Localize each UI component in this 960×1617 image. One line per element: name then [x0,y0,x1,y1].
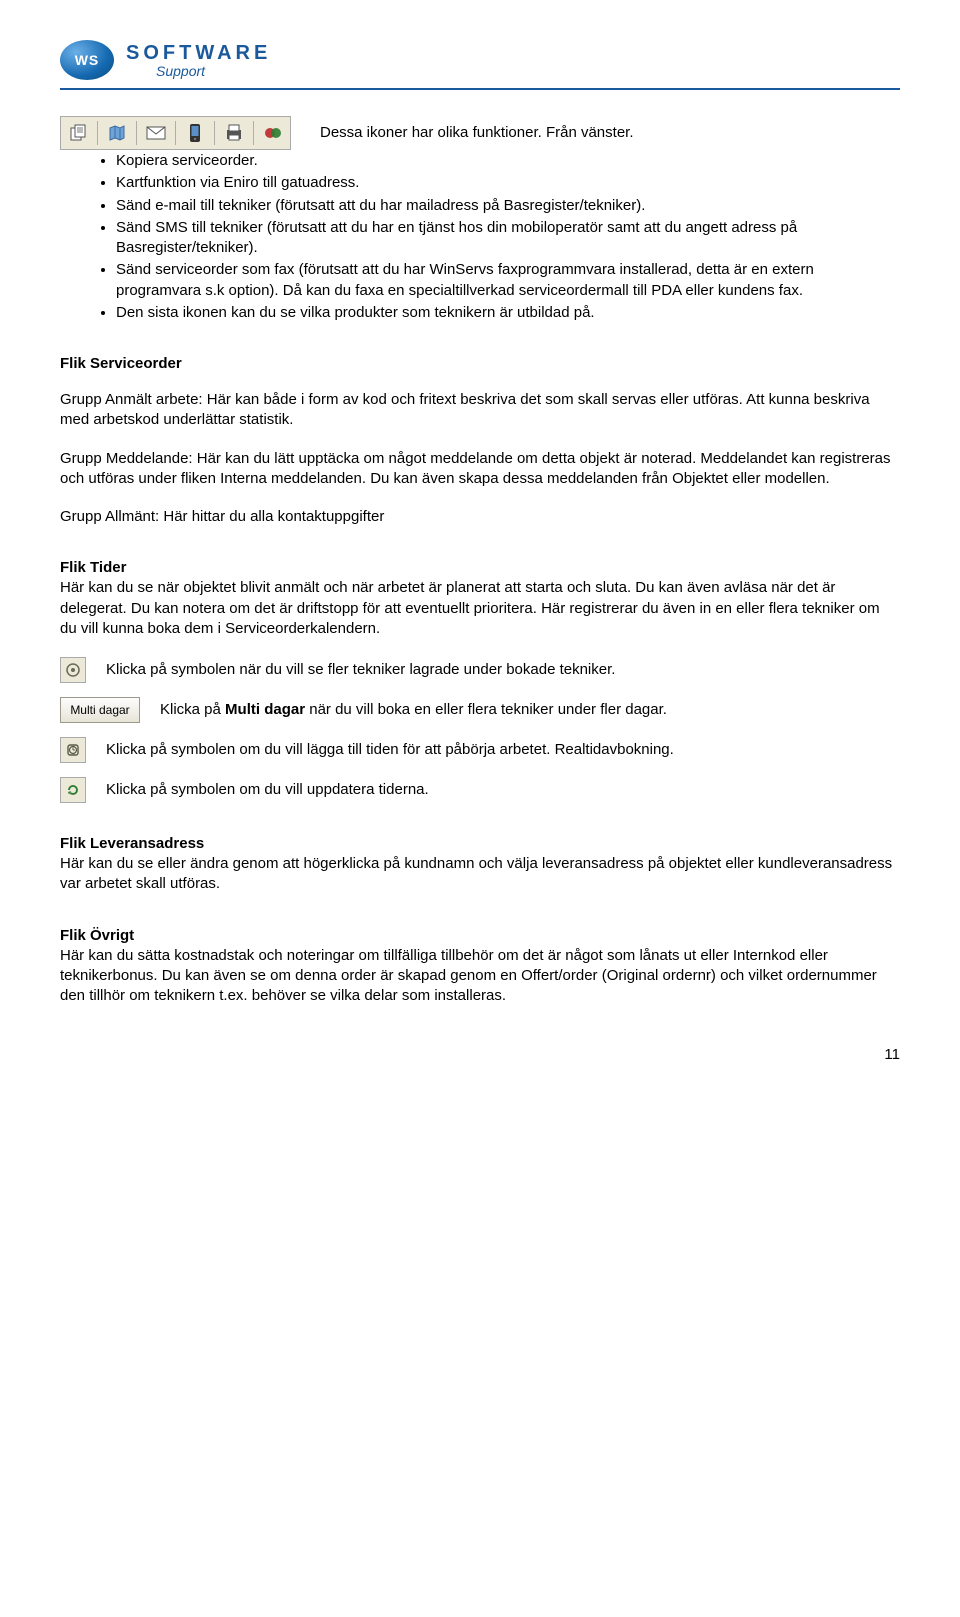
paragraph: Här kan du se när objektet blivit anmält… [60,578,900,639]
copy-icon[interactable] [63,119,93,147]
logo-badge: WS [60,40,114,80]
list-item: Kartfunktion via Eniro till gatuadress. [116,173,900,193]
icon-line-refresh-times: Klicka på symbolen om du vill uppdatera … [60,777,900,803]
text-fragment: när du vill boka en eller flera tekniker… [305,701,667,718]
intro-text: Dessa ikoner har olika funktioner. Från … [320,124,900,141]
text-fragment: Klicka på [160,701,225,718]
refresh-icon[interactable] [60,777,86,803]
logo-subtitle: Support [156,63,271,79]
toolbar-separator [97,121,98,145]
mobile-sms-icon[interactable] [180,119,210,147]
multi-dagar-label: Multi dagar [70,703,129,717]
icon-line-text: Klicka på symbolen om du vill lägga till… [106,740,900,760]
icon-line-more-technicians: Klicka på symbolen när du vill se fler t… [60,657,900,683]
list-item: Kopiera serviceorder. [116,151,900,171]
heading-tider: Flik Tider [60,559,900,576]
multi-dagar-button[interactable]: Multi dagar [60,697,140,723]
logo-header: WS SOFTWARE Support [60,40,900,80]
toolbar-separator [175,121,176,145]
logo-title: SOFTWARE [126,42,271,65]
fax-icon[interactable] [219,119,249,147]
icon-line-add-time: Klicka på symbolen om du vill lägga till… [60,737,900,763]
heading-serviceorder: Flik Serviceorder [60,355,900,372]
paragraph: Här kan du sätta kostnadstak och noterin… [60,946,900,1007]
paragraph: Grupp Allmänt: Här hittar du alla kontak… [60,507,900,527]
icon-line-text: Klicka på symbolen om du vill uppdatera … [106,780,900,800]
paragraph: Grupp Meddelande: Här kan du lätt upptäc… [60,449,900,490]
icon-line-multi-dagar: Multi dagar Klicka på Multi dagar när du… [60,697,900,723]
list-item: Sänd SMS till tekniker (förutsatt att du… [116,218,900,259]
paragraph: Grupp Anmält arbete: Här kan både i form… [60,390,900,431]
add-time-icon[interactable] [60,737,86,763]
logo: WS SOFTWARE Support [60,40,271,80]
icon-line-text: Klicka på symbolen när du vill se fler t… [106,660,900,680]
header-rule [60,88,900,90]
toolbar-separator [253,121,254,145]
logo-title-block: SOFTWARE Support [126,42,271,79]
map-icon[interactable] [102,119,132,147]
mail-icon[interactable] [141,119,171,147]
list-item: Sänd e-mail till tekniker (förutsatt att… [116,196,900,216]
icon-description-list: Kopiera serviceorder. Kartfunktion via E… [60,151,900,323]
heading-ovrigt: Flik Övrigt [60,927,900,944]
more-technicians-icon[interactable] [60,657,86,683]
toolbar-separator [214,121,215,145]
heading-leveransadress: Flik Leveransadress [60,835,900,852]
text-bold: Multi dagar [225,701,305,718]
list-item: Den sista ikonen kan du se vilka produkt… [116,303,900,323]
products-icon[interactable] [258,119,288,147]
list-item: Sänd serviceorder som fax (förutsatt att… [116,260,900,301]
paragraph: Här kan du se eller ändra genom att höge… [60,854,900,895]
icon-line-text: Klicka på Multi dagar när du vill boka e… [160,700,900,720]
icon-toolbar [60,116,291,150]
logo-badge-text: WS [75,52,100,68]
page-number: 11 [60,1046,900,1063]
toolbar-separator [136,121,137,145]
